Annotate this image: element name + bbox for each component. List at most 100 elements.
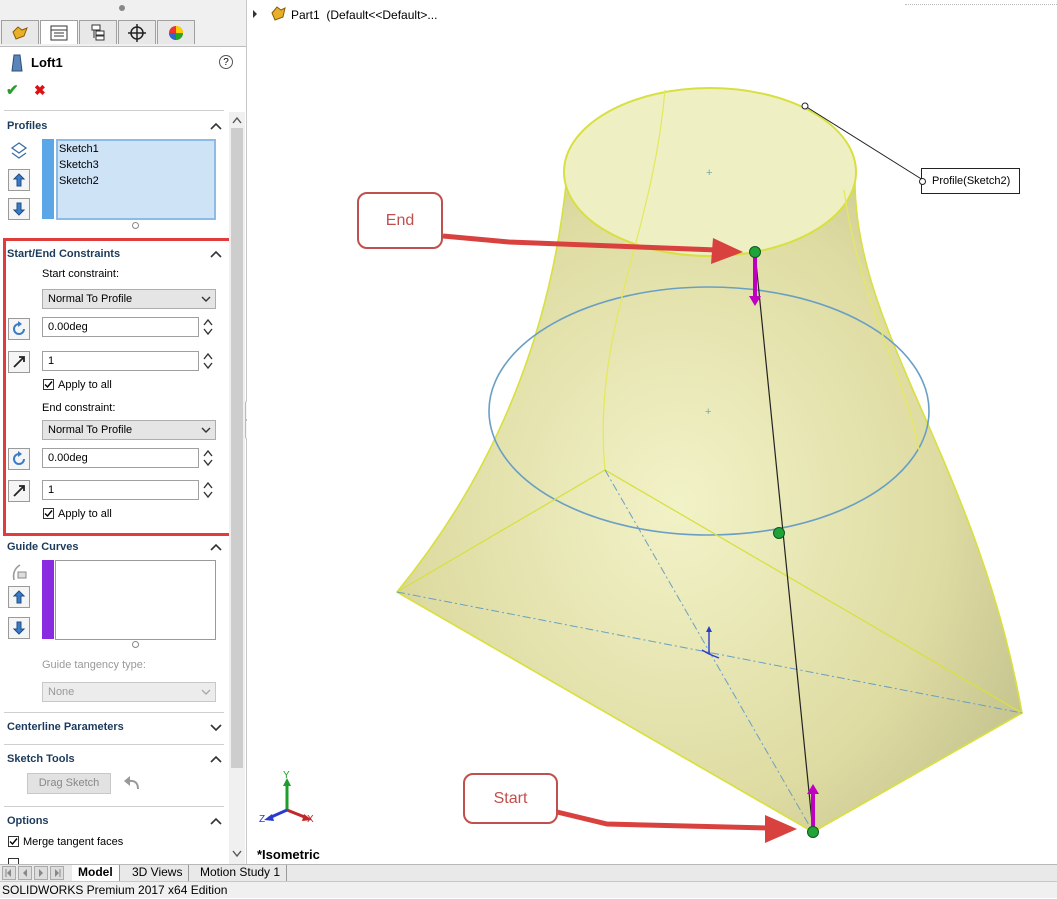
start-constraint-value: Normal To Profile — [48, 293, 133, 305]
profiles-color-bar — [42, 139, 54, 219]
end-direction-button[interactable] — [8, 448, 30, 470]
drag-sketch-button[interactable]: Drag Sketch — [27, 773, 111, 794]
help-button[interactable]: ? — [219, 55, 233, 69]
start-apply-all-checkbox[interactable] — [43, 379, 54, 390]
start-apply-all-label[interactable]: Apply to all — [58, 379, 112, 391]
tab-display-manager[interactable] — [157, 20, 195, 44]
tab-configuration-manager[interactable] — [79, 20, 117, 44]
next-tab-icon[interactable] — [34, 866, 48, 880]
panel-scrollbar[interactable] — [229, 112, 245, 864]
chevron-down-icon — [201, 689, 211, 695]
loft-icon — [11, 54, 23, 72]
guide-curves-listbox[interactable] — [55, 560, 216, 640]
chevron-up-icon[interactable] — [210, 815, 222, 827]
loft-model[interactable]: + + — [247, 0, 1057, 864]
arrow-down-icon — [13, 621, 25, 635]
chevron-down-icon[interactable] — [232, 850, 242, 858]
display-manager-icon — [169, 25, 183, 40]
end-apply-all-label[interactable]: Apply to all — [58, 508, 112, 520]
chevron-up-icon[interactable] — [210, 248, 222, 260]
cancel-button[interactable]: ✖ — [34, 82, 46, 99]
guide-move-up-button[interactable] — [8, 586, 30, 608]
spin-arrows-icon[interactable] — [202, 448, 214, 468]
chevron-up-icon[interactable] — [210, 120, 222, 132]
chevron-up-icon[interactable] — [232, 116, 242, 124]
undo-icon[interactable] — [122, 775, 142, 793]
chevron-down-icon — [201, 296, 211, 302]
spin-arrows-icon[interactable] — [202, 480, 214, 500]
profiles-section-title[interactable]: Profiles — [7, 120, 47, 132]
divider — [4, 712, 224, 713]
middle-connector-point[interactable] — [773, 527, 785, 539]
resize-handle[interactable] — [132, 641, 139, 648]
start-angle-input[interactable]: 0.00deg — [42, 317, 199, 337]
feature-manager-icon — [12, 25, 28, 40]
help-icon: ? — [223, 57, 229, 68]
options-section-title[interactable]: Options — [7, 815, 49, 827]
profile-tag[interactable]: Profile(Sketch2) — [919, 168, 1020, 194]
chevron-up-icon[interactable] — [210, 753, 222, 765]
ok-button[interactable]: ✔ — [6, 81, 19, 99]
move-down-button[interactable] — [8, 198, 30, 220]
spin-arrows-icon[interactable] — [202, 351, 214, 371]
last-tab-icon[interactable] — [50, 866, 64, 880]
configuration-manager-icon — [91, 24, 105, 40]
guide-curves-section-title[interactable]: Guide Curves — [7, 541, 79, 553]
tab-model[interactable]: Model — [72, 865, 120, 881]
rotate-icon — [13, 321, 25, 335]
guide-color-bar — [42, 560, 54, 639]
tab-motion-study[interactable]: Motion Study 1 — [194, 865, 288, 881]
centerline-section-title[interactable]: Centerline Parameters — [7, 721, 124, 733]
start-constraint-label: Start constraint: — [42, 268, 120, 280]
spin-arrows-icon[interactable] — [202, 317, 214, 337]
start-tangent-length-button[interactable] — [8, 351, 30, 373]
list-item[interactable]: Sketch1 — [59, 143, 99, 155]
first-tab-icon[interactable] — [2, 866, 16, 880]
chevron-down-icon[interactable] — [210, 721, 222, 733]
move-up-button[interactable] — [8, 169, 30, 191]
end-connector-point[interactable] — [749, 246, 761, 258]
resize-handle[interactable] — [132, 222, 139, 229]
end-constraint-value: Normal To Profile — [48, 424, 133, 436]
profiles-listbox[interactable]: Sketch1 Sketch3 Sketch2 — [56, 139, 216, 220]
start-direction-button[interactable] — [8, 318, 30, 340]
tab-dimxpert-manager[interactable] — [118, 20, 156, 44]
arrow-up-icon — [13, 173, 25, 187]
scrollbar-thumb[interactable] — [231, 128, 243, 768]
sketch-tools-section-title[interactable]: Sketch Tools — [7, 753, 75, 765]
arrow-down-icon — [13, 202, 25, 216]
graphics-area[interactable]: Part1 (Default<<Default>... + + Profile(… — [247, 0, 1057, 864]
start-length-input[interactable]: 1 — [42, 351, 199, 371]
chevron-up-icon[interactable] — [210, 541, 222, 553]
rotate-icon — [13, 451, 25, 465]
start-callout: Start — [463, 773, 558, 824]
divider — [4, 110, 224, 111]
tab-3d-views[interactable]: 3D Views — [126, 865, 190, 881]
status-bar: SOLIDWORKS Premium 2017 x64 Edition — [0, 881, 1057, 898]
start-connector-point[interactable] — [807, 826, 819, 838]
list-item[interactable]: Sketch2 — [59, 175, 99, 187]
checkmark-icon — [44, 381, 53, 389]
end-angle-input[interactable]: 0.00deg — [42, 448, 199, 468]
end-length-input[interactable]: 1 — [42, 480, 199, 500]
merge-tangent-checkbox[interactable] — [8, 836, 19, 847]
list-item[interactable]: Sketch3 — [59, 159, 99, 171]
property-manager-icon — [50, 25, 68, 40]
end-constraint-select[interactable]: Normal To Profile — [42, 420, 216, 440]
end-tangent-length-button[interactable] — [8, 480, 30, 502]
panel-grip-dot[interactable] — [119, 5, 125, 11]
end-apply-all-checkbox[interactable] — [43, 508, 54, 519]
tab-property-manager[interactable] — [40, 20, 78, 44]
guide-tangency-value: None — [48, 686, 75, 698]
tangent-length-icon — [13, 485, 25, 497]
start-constraint-select[interactable]: Normal To Profile — [42, 289, 216, 309]
tab-feature-manager[interactable] — [1, 20, 39, 44]
constraints-section-title[interactable]: Start/End Constraints — [7, 248, 120, 260]
checkmark-icon — [44, 510, 53, 518]
guide-tangency-select[interactable]: None — [42, 682, 216, 702]
guide-move-down-button[interactable] — [8, 617, 30, 639]
merge-tangent-label[interactable]: Merge tangent faces — [23, 836, 123, 848]
tab-nav-buttons[interactable] — [2, 866, 68, 880]
prev-tab-icon[interactable] — [18, 866, 32, 880]
divider — [4, 806, 224, 807]
